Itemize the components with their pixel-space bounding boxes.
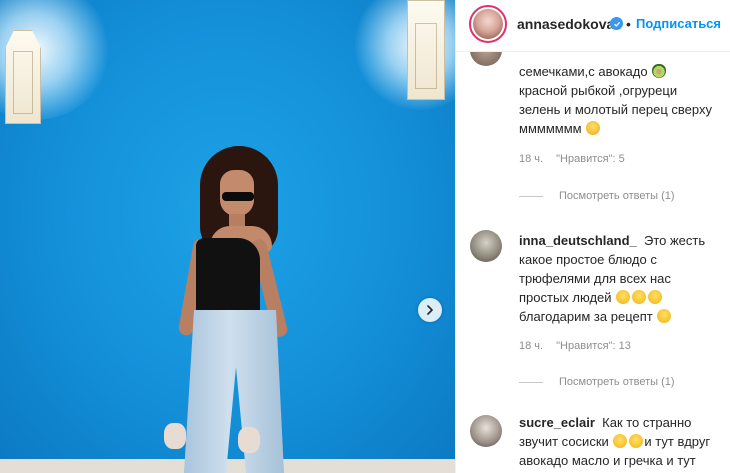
comment-text: sucre_eclair Как то странно звучит сосис… bbox=[519, 413, 719, 470]
grinning-sweat-emoji-icon bbox=[657, 309, 672, 323]
author-avatar-image bbox=[473, 9, 503, 39]
verified-badge-icon bbox=[610, 17, 623, 30]
next-photo-button[interactable] bbox=[418, 298, 442, 322]
comment-line: зелень и молотый перец сверху bbox=[519, 102, 712, 117]
view-replies-label: Посмотреть ответы (1) bbox=[559, 376, 675, 388]
wall-lamp-right bbox=[407, 0, 445, 100]
laughing-emoji-icon bbox=[632, 290, 647, 304]
sunglasses bbox=[222, 192, 254, 201]
comment-line: Как то странно bbox=[602, 415, 692, 430]
laughing-emoji-icon bbox=[616, 290, 631, 304]
view-replies-button[interactable]: Посмотреть ответы (1) bbox=[519, 376, 675, 388]
commenter-avatar[interactable] bbox=[470, 415, 502, 447]
comment-text: семечками,с авокадо красной рыбкой ,огру… bbox=[519, 62, 719, 138]
chevron-right-icon bbox=[427, 305, 433, 315]
commenter-username[interactable]: inna_deutschland_ bbox=[519, 233, 637, 248]
comment-line: и тут вдруг bbox=[644, 434, 711, 449]
header-separator: • bbox=[626, 16, 631, 32]
jeans-rip-left bbox=[164, 423, 186, 449]
author-avatar[interactable] bbox=[469, 5, 507, 43]
ripped-jeans bbox=[184, 310, 284, 473]
black-top bbox=[196, 238, 260, 318]
replies-line bbox=[519, 381, 543, 383]
replies-line bbox=[519, 195, 543, 197]
comment-time[interactable]: 18 ч. bbox=[519, 340, 543, 352]
comment-line: трюфелями для всех нас bbox=[519, 271, 671, 286]
view-replies-label: Посмотреть ответы (1) bbox=[559, 190, 675, 202]
avocado-emoji-icon bbox=[652, 64, 667, 78]
follow-button[interactable]: Подписаться bbox=[636, 16, 721, 31]
laughing-emoji-icon bbox=[648, 290, 663, 304]
author-username[interactable]: annasedokova bbox=[517, 16, 614, 32]
post-header: annasedokova • Подписаться bbox=[456, 0, 730, 52]
laughing-emoji-icon bbox=[613, 434, 628, 448]
laughing-emoji-icon bbox=[629, 434, 644, 448]
comment-line: ммммммм bbox=[519, 121, 582, 136]
commenter-avatar[interactable] bbox=[470, 52, 502, 66]
view-replies-button[interactable]: Посмотреть ответы (1) bbox=[519, 190, 675, 202]
post-side-panel: annasedokova • Подписаться семечками,с а… bbox=[455, 0, 730, 473]
jeans-rip-right bbox=[238, 427, 260, 453]
comment-line: Это жесть bbox=[643, 233, 706, 248]
comment-line: какое простое блюдо с bbox=[519, 252, 657, 267]
comment-line: благодарим за рецепт bbox=[519, 309, 653, 324]
comment-line: авокадо масло и гречка и тут bbox=[519, 453, 696, 468]
comment-time[interactable]: 18 ч. bbox=[519, 153, 543, 165]
comment-line: красной рыбкой ,огруреци bbox=[519, 83, 678, 98]
comments-list: семечками,с авокадо красной рыбкой ,огру… bbox=[456, 52, 730, 473]
comment-meta: 18 ч. "Нравится": 5 bbox=[519, 153, 635, 165]
comment-meta: 18 ч. "Нравится": 13 bbox=[519, 340, 641, 352]
comment-text: inna_deutschland_ Это жесть какое просто… bbox=[519, 231, 719, 326]
wall-lamp-left bbox=[5, 30, 41, 124]
comment-likes[interactable]: "Нравится": 13 bbox=[556, 340, 631, 352]
woman-figure bbox=[150, 140, 320, 473]
comment-line: простых людей bbox=[519, 290, 612, 305]
commenter-username[interactable]: sucre_eclair bbox=[519, 415, 595, 430]
tongue-emoji-icon bbox=[586, 121, 601, 135]
comment-line: звучит сосиски bbox=[519, 434, 609, 449]
post-photo bbox=[0, 0, 455, 473]
comment-likes[interactable]: "Нравится": 5 bbox=[556, 153, 625, 165]
commenter-avatar[interactable] bbox=[470, 230, 502, 262]
comment-line: семечками,с авокадо bbox=[519, 64, 648, 79]
